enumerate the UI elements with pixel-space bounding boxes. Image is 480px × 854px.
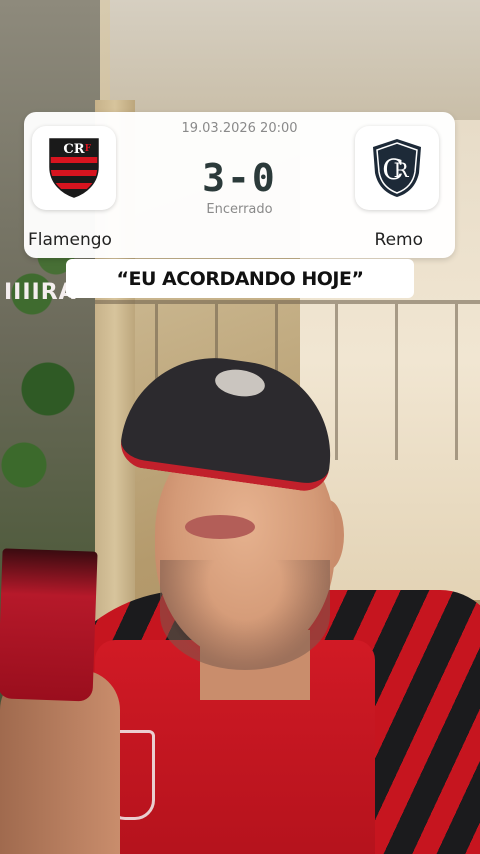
cap — [117, 345, 343, 495]
scoreboard-card[interactable]: 19.03.2026 20:00 CR F 3-0 Encerrado C R … — [24, 112, 455, 258]
svg-text:CR: CR — [63, 142, 84, 157]
lips — [185, 515, 255, 539]
ceiling — [110, 0, 480, 120]
cup — [0, 548, 98, 702]
person — [0, 340, 480, 854]
svg-text:R: R — [393, 158, 409, 182]
svg-text:F: F — [85, 144, 92, 154]
away-team-name: Remo — [374, 230, 423, 250]
remo-crest-icon: C R — [373, 139, 421, 197]
home-team-name: Flamengo — [28, 230, 112, 250]
beard — [160, 560, 330, 670]
video-caption: “EU ACORDANDO HOJE” — [66, 259, 414, 298]
away-team-logo[interactable]: C R — [355, 126, 439, 210]
